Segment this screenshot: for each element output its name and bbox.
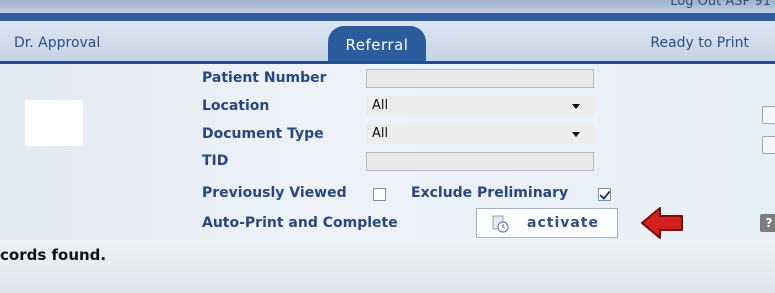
filter-panel: Patient Number Location All Document Typ… [0, 64, 775, 240]
location-value: All [372, 98, 389, 113]
exclude-preliminary-checkbox[interactable] [598, 188, 611, 201]
help-icon[interactable]: ? [760, 214, 775, 232]
location-select[interactable]: All [366, 96, 594, 116]
records-status: cords found. [0, 246, 107, 264]
chevron-down-icon [572, 132, 580, 137]
top-bar: Log Out ASP 91 [0, 0, 775, 13]
activate-label: activate [527, 215, 599, 231]
patient-number-input[interactable] [366, 69, 594, 88]
document-type-select[interactable]: All [366, 124, 594, 144]
tab-ready-to-print[interactable]: Ready to Print [650, 35, 749, 51]
location-label: Location [202, 98, 270, 114]
nav-strip [0, 13, 775, 21]
status-bar: cords found. [0, 240, 775, 293]
tid-label: TID [202, 153, 229, 169]
document-type-value: All [372, 126, 389, 141]
tab-dr-approval[interactable]: Dr. Approval [14, 35, 100, 51]
logout-link[interactable]: Log Out ASP 91 [670, 0, 771, 9]
activate-icon [491, 215, 511, 237]
blank-panel [25, 100, 83, 146]
side-action-icon[interactable] [762, 106, 775, 124]
tid-input[interactable] [366, 152, 594, 171]
side-list-icon[interactable] [762, 136, 775, 154]
exclude-preliminary-label: Exclude Preliminary [411, 185, 569, 201]
tab-referral[interactable]: Referral [328, 26, 426, 61]
auto-print-label: Auto-Print and Complete [202, 215, 398, 231]
activate-button[interactable]: activate [476, 208, 618, 238]
red-arrow-icon [640, 206, 686, 244]
tab-bar: Dr. Approval Referral Ready to Print [0, 21, 775, 64]
previously-viewed-checkbox[interactable] [373, 188, 386, 201]
document-type-label: Document Type [202, 126, 324, 142]
chevron-down-icon [572, 104, 580, 109]
patient-number-label: Patient Number [202, 70, 327, 86]
previously-viewed-label: Previously Viewed [202, 185, 347, 201]
